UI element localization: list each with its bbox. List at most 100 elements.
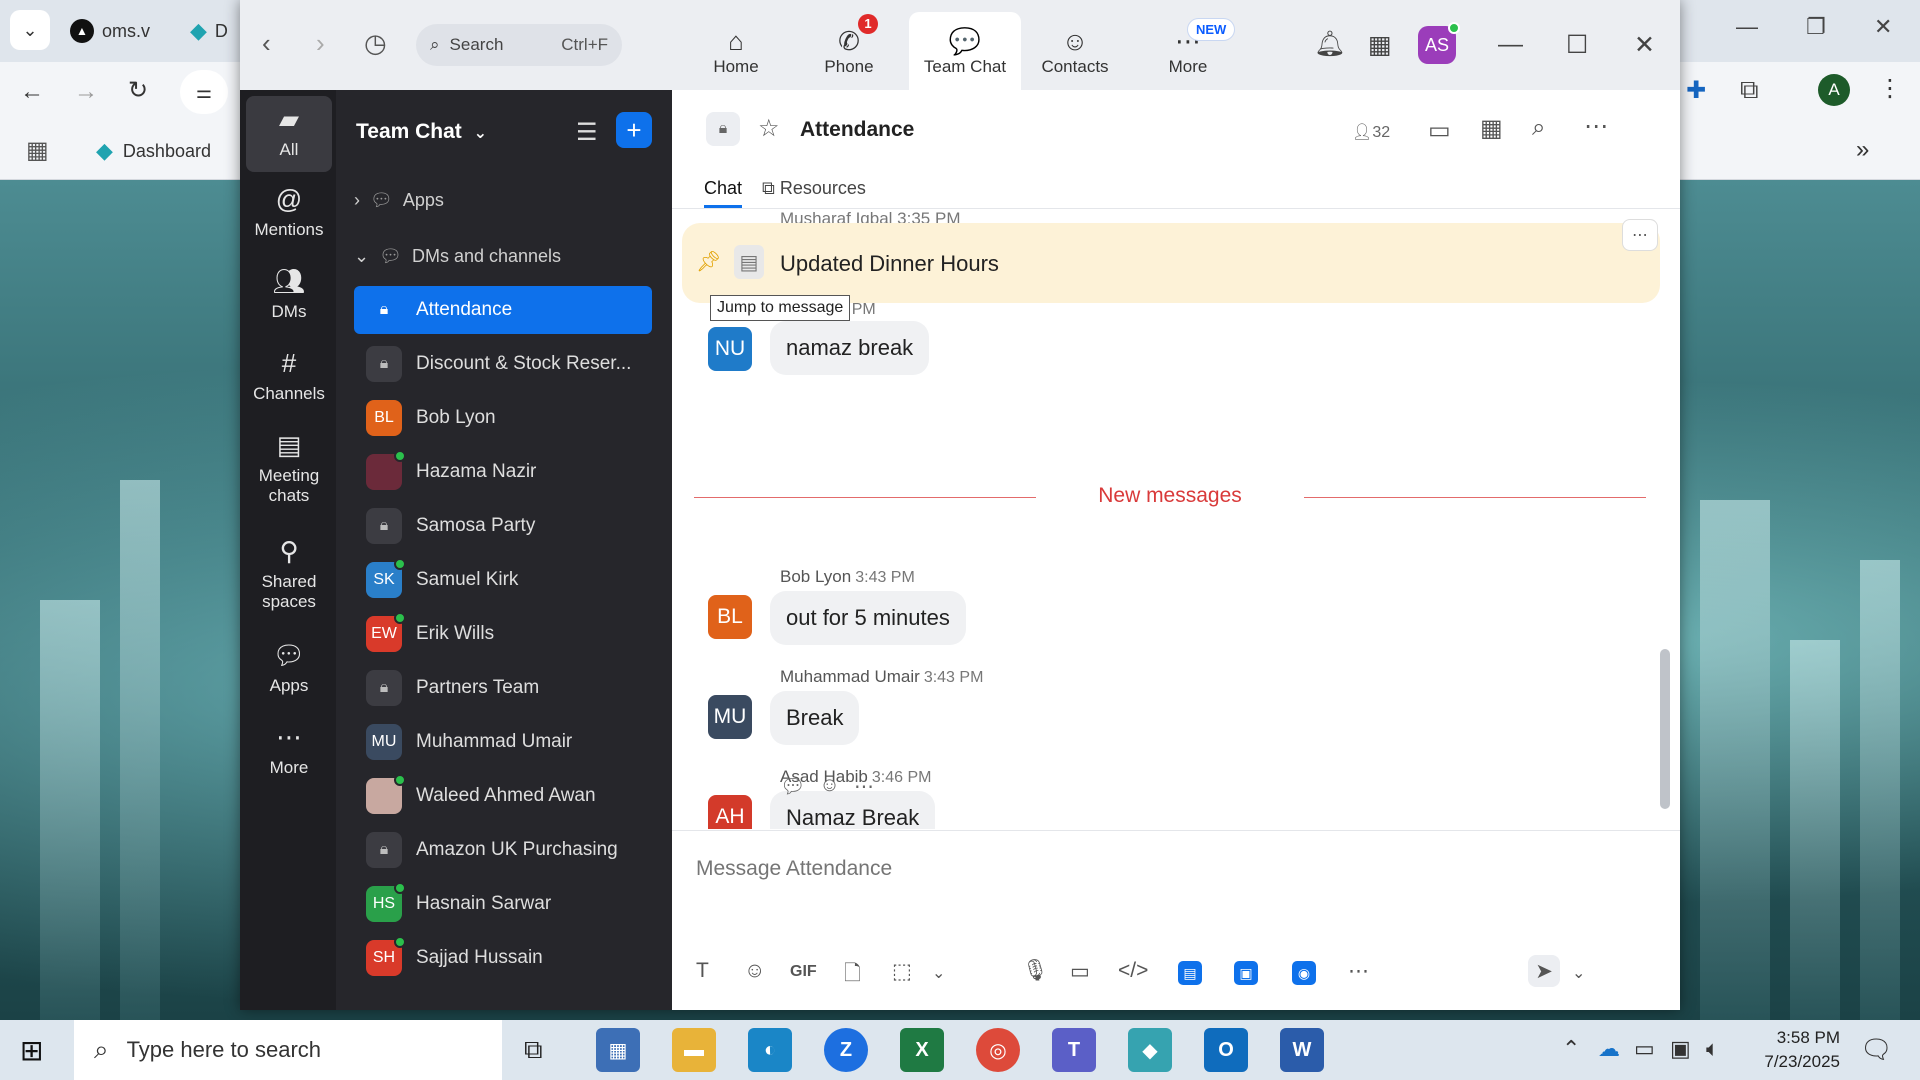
close-icon[interactable]: ✕ (1634, 30, 1655, 60)
more-actions-icon[interactable]: ⋯ (854, 774, 874, 799)
browser-restore-icon[interactable]: ❐ (1806, 14, 1826, 40)
tab-contacts[interactable]: ☺ Contacts (1022, 12, 1128, 90)
video-icon[interactable]: ▭ (1428, 116, 1451, 145)
add-reaction-icon[interactable]: ☺ (819, 774, 839, 799)
tab-team-chat[interactable]: 💬 Team Chat (909, 12, 1021, 90)
rail-more[interactable]: ⋯ More (246, 720, 332, 778)
channel-item[interactable]: SK Samuel Kirk (354, 556, 652, 604)
section-apps[interactable]: › 💬︎ Apps (354, 190, 444, 211)
channel-title[interactable]: Attendance (800, 118, 914, 142)
site-settings-icon[interactable]: ⚌ (180, 70, 228, 114)
avatar[interactable]: NU (708, 327, 752, 371)
rail-meeting-chats[interactable]: ▤ Meeting chats (246, 428, 332, 506)
calendar-icon[interactable]: ▦ (1368, 30, 1392, 60)
minimize-icon[interactable]: — (1498, 30, 1523, 59)
zoom-app[interactable]: Z (824, 1028, 868, 1072)
gif-button[interactable]: GIF (790, 963, 817, 981)
puzzle-icon[interactable]: ⧉ (1740, 74, 1759, 106)
new-chat-button[interactable]: + (616, 112, 652, 148)
outlook-app[interactable]: O (1204, 1028, 1248, 1072)
reply-icon[interactable]: 💬︎ (780, 774, 805, 799)
channel-item[interactable]: SH Sajjad Hussain (354, 934, 652, 982)
network-icon[interactable]: ▣ (1670, 1036, 1691, 1062)
calculator-app[interactable]: ▦ (596, 1028, 640, 1072)
more-options-icon[interactable]: ⋯ (1584, 112, 1608, 141)
battery-icon[interactable]: ▭ (1634, 1036, 1655, 1062)
file-explorer-app[interactable]: ▬ (672, 1028, 716, 1072)
diamond-app[interactable]: ◆ (1128, 1028, 1172, 1072)
avatar[interactable]: AH (708, 795, 752, 829)
message-bubble[interactable]: Break (770, 691, 860, 745)
rail-mentions[interactable]: @ Mentions (246, 182, 332, 240)
bookmarks-overflow-icon[interactable]: » (1856, 136, 1869, 164)
onedrive-icon[interactable]: ☁ (1598, 1036, 1620, 1062)
excel-app[interactable]: X (900, 1028, 944, 1072)
volume-icon[interactable]: 🔈︎ (1706, 1036, 1719, 1062)
sidebar-title[interactable]: Team Chat ⌄ (356, 120, 487, 144)
bell-icon[interactable]: 🔔︎ (1314, 30, 1346, 59)
maximize-icon[interactable]: ☐ (1566, 30, 1588, 60)
forward-icon[interactable]: › (316, 28, 325, 59)
channel-item[interactable]: 🔒︎ Attendance (354, 286, 652, 334)
tab-more[interactable]: ⋯ More NEW (1135, 12, 1241, 90)
chrome-app[interactable]: ◎ (976, 1028, 1020, 1072)
chevron-down-icon[interactable]: ⌄ (932, 963, 945, 983)
channel-item[interactable]: Hazama Nazir (354, 448, 652, 496)
avatar[interactable]: MU (708, 695, 752, 739)
history-icon[interactable]: ◷ (364, 28, 387, 59)
scrollbar-thumb[interactable] (1660, 649, 1670, 809)
profile-avatar[interactable]: A (1818, 74, 1850, 106)
send-options-chevron-icon[interactable]: ⌄ (1572, 963, 1585, 983)
avatar[interactable]: BL (708, 595, 752, 639)
rail-shared-spaces[interactable]: ⚲ Shared spaces (246, 534, 332, 612)
message-bubble[interactable]: out for 5 minutes (770, 591, 966, 645)
notification-icon[interactable]: 🗨︎ (1860, 1034, 1893, 1065)
back-icon[interactable]: ← (20, 78, 44, 106)
tab-search-button[interactable]: ⌄ (10, 10, 50, 50)
channel-item[interactable]: 🔒︎ Partners Team (354, 664, 652, 712)
taskbar-search-input[interactable]: ⌕ Type here to search (74, 1020, 502, 1080)
app-doc-icon[interactable]: ▤ (1178, 961, 1202, 985)
member-count[interactable]: 👤︎32 (1352, 122, 1390, 142)
calendar-icon[interactable]: ▦ (1480, 114, 1503, 143)
rail-all[interactable]: ▰ All (246, 96, 332, 172)
message-bubble[interactable]: namaz break (770, 321, 930, 375)
forward-icon[interactable]: → (74, 78, 98, 106)
microphone-icon[interactable]: 🎙︎ (1022, 959, 1049, 983)
search-input[interactable]: ⌕ Search Ctrl+F (416, 24, 622, 66)
channel-item[interactable]: EW Erik Wills (354, 610, 652, 658)
pinned-more-button[interactable]: ⋯ (1622, 219, 1658, 251)
browser-tab-d[interactable]: ◆ D (190, 12, 228, 50)
send-icon[interactable]: ➤ (1528, 955, 1560, 987)
tab-home[interactable]: ⌂ Home (683, 12, 789, 90)
extension-icon[interactable]: ✚ (1686, 76, 1706, 105)
code-icon[interactable]: </> (1118, 959, 1148, 983)
search-icon[interactable]: ⌕ (1532, 114, 1545, 142)
channel-item[interactable]: HS Hasnain Sarwar (354, 880, 652, 928)
tab-phone[interactable]: ✆ Phone 1 (796, 12, 902, 90)
edge-app[interactable]: ◐ (748, 1028, 792, 1072)
section-dms-channels[interactable]: ⌄ 💬︎ DMs and channels (354, 246, 561, 267)
screenshot-icon[interactable]: ⬚ (892, 959, 912, 984)
channel-item[interactable]: MU Muhammad Umair (354, 718, 652, 766)
tab-chat[interactable]: Chat (704, 178, 743, 208)
browser-minimize-icon[interactable]: — (1736, 14, 1758, 40)
channel-item[interactable]: 🔒︎ Discount & Stock Reser... (354, 340, 652, 388)
more-tools-icon[interactable]: ⋯ (1348, 959, 1369, 984)
message-input[interactable] (696, 849, 1596, 889)
browser-close-icon[interactable]: ✕ (1874, 14, 1892, 40)
video-message-icon[interactable]: ▭ (1070, 959, 1090, 984)
back-icon[interactable]: ‹ (262, 28, 271, 59)
rail-channels[interactable]: # Channels (246, 346, 332, 404)
app-whiteboard-icon[interactable]: ▣ (1234, 961, 1258, 985)
emoji-icon[interactable]: ☺ (744, 959, 765, 983)
task-view-icon[interactable]: ⧉ (524, 1034, 543, 1066)
bookmark-dashboard[interactable]: ◆ Dashboard (96, 138, 211, 164)
filter-icon[interactable]: ☰ (576, 118, 598, 147)
clock[interactable]: 3:58 PM 7/23/2025 (1740, 1026, 1840, 1074)
pinned-message[interactable]: 📌︎ ▤ Updated Dinner Hours ⋯ (682, 219, 1660, 303)
format-text-icon[interactable]: T (696, 959, 709, 983)
rail-apps[interactable]: 💬︎ Apps (246, 638, 332, 696)
teams-app[interactable]: T (1052, 1028, 1096, 1072)
browser-tab-oms[interactable]: ▲ oms.v (70, 12, 150, 50)
